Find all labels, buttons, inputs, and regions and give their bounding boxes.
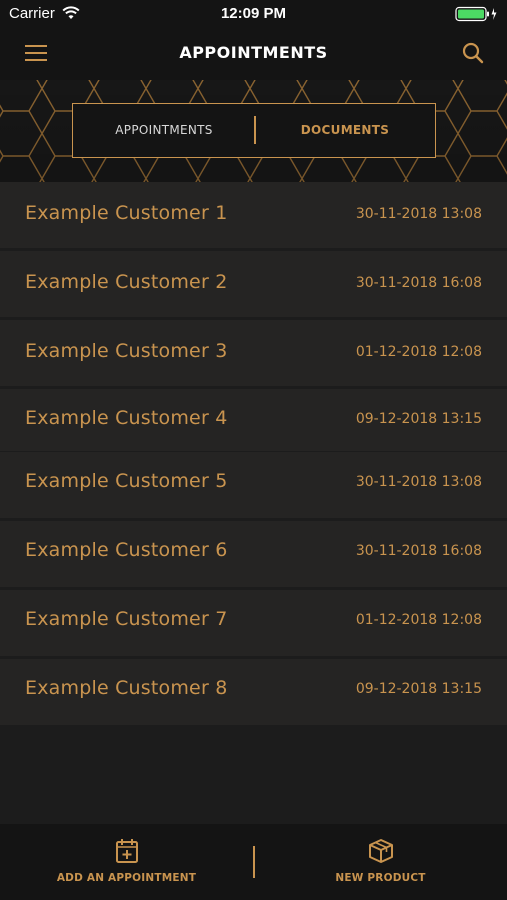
- list-item[interactable]: Example Customer 1 30-11-2018 13:08: [0, 182, 507, 248]
- customer-name: Example Customer 1: [25, 202, 228, 224]
- list-item[interactable]: Example Customer 2 30-11-2018 16:08: [0, 251, 507, 317]
- list-item[interactable]: Example Customer 3 01-12-2018 12:08: [0, 320, 507, 386]
- add-appointment-label: ADD AN APPOINTMENT: [56, 872, 197, 884]
- page-title: APPOINTMENTS: [179, 43, 328, 62]
- list-item[interactable]: Example Customer 6 30-11-2018 16:08: [0, 521, 507, 587]
- status-bar: Carrier 12:09 PM: [0, 0, 507, 28]
- new-product-button[interactable]: NEW PRODUCT: [254, 824, 507, 900]
- customer-name: Example Customer 8: [25, 677, 228, 699]
- appointment-date: 30-11-2018 13:08: [355, 206, 482, 222]
- appointment-date: 30-11-2018 16:08: [355, 543, 482, 559]
- box-icon: [369, 839, 393, 863]
- calendar-plus-icon: [116, 839, 138, 863]
- list-item[interactable]: Example Customer 5 30-11-2018 13:08: [0, 452, 507, 518]
- customer-name: Example Customer 7: [25, 608, 228, 630]
- appointment-date: 01-12-2018 12:08: [355, 344, 482, 360]
- search-icon[interactable]: [461, 41, 485, 65]
- bottom-action-bar: ADD AN APPOINTMENT NEW PRODUCT: [0, 824, 507, 900]
- list-item[interactable]: Example Customer 8 09-12-2018 13:15: [0, 659, 507, 725]
- appointment-date: 30-11-2018 13:08: [355, 474, 482, 490]
- customer-name: Example Customer 6: [25, 539, 228, 561]
- appointment-date: 09-12-2018 13:15: [355, 411, 482, 427]
- appointment-date: 09-12-2018 13:15: [355, 681, 482, 697]
- add-appointment-button[interactable]: ADD AN APPOINTMENT: [0, 824, 253, 900]
- appointment-date: 01-12-2018 12:08: [355, 612, 482, 628]
- customer-name: Example Customer 4: [25, 407, 228, 429]
- battery-icon: [455, 6, 497, 22]
- tab-appointments[interactable]: APPOINTMENTS: [73, 104, 255, 156]
- segmented-control: APPOINTMENTS DOCUMENTS: [72, 103, 436, 158]
- list-item[interactable]: Example Customer 4 09-12-2018 13:15: [0, 389, 507, 451]
- navigation-bar: APPOINTMENTS: [0, 28, 507, 80]
- customer-name: Example Customer 5: [25, 470, 228, 492]
- list-item[interactable]: Example Customer 7 01-12-2018 12:08: [0, 590, 507, 656]
- tab-documents[interactable]: DOCUMENTS: [255, 104, 435, 156]
- customer-name: Example Customer 3: [25, 340, 228, 362]
- customer-name: Example Customer 2: [25, 271, 228, 293]
- appointment-date: 30-11-2018 16:08: [355, 275, 482, 291]
- new-product-label: NEW PRODUCT: [335, 872, 426, 884]
- clock: 12:09 PM: [220, 5, 287, 22]
